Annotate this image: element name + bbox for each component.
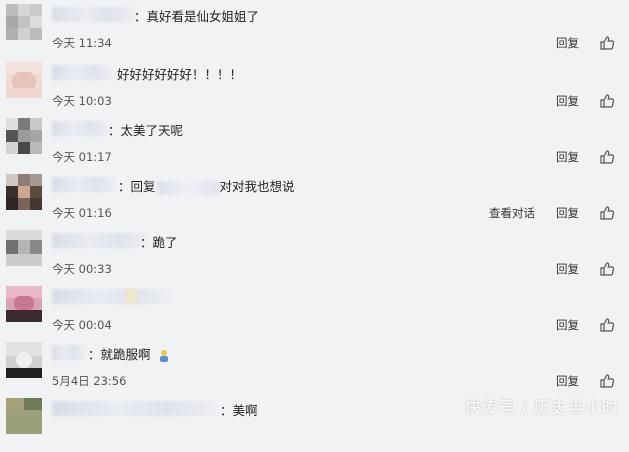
comment-text: ：真好看是仙女姐姐了 <box>134 9 260 24</box>
thumbs-up-icon[interactable] <box>599 149 615 165</box>
comment-time: 今天 00:04 <box>52 318 112 332</box>
comment-text: ：回复 对对我也想说 <box>118 176 295 195</box>
thumbs-up-icon[interactable] <box>599 205 615 221</box>
nickname-blurred[interactable] <box>52 401 216 416</box>
thumbs-up-icon[interactable] <box>599 35 615 51</box>
nickname-blurred[interactable] <box>52 345 84 360</box>
avatar[interactable] <box>6 62 42 98</box>
reply-button[interactable]: 回复 <box>556 317 579 333</box>
comment-text-blurred <box>125 289 137 303</box>
nickname-blurred[interactable] <box>52 65 112 80</box>
comment-time: 今天 11:34 <box>52 36 112 50</box>
comment-item: ：回复 对对我也想说 今天 01:16 查看对话 回复 <box>0 172 629 228</box>
comment-item: ：跪了 今天 00:33 回复 <box>0 228 629 284</box>
comment-list: ：真好看是仙女姐姐了 今天 11:34 回复 好好好好好好！！！！ 今天 10:… <box>0 0 629 434</box>
comment-item: 今天 00:04 回复 <box>0 284 629 340</box>
reply-button[interactable]: 回复 <box>556 261 579 277</box>
nickname-blurred[interactable] <box>52 121 108 136</box>
avatar[interactable] <box>6 286 42 322</box>
nickname-blurred[interactable] <box>52 7 134 22</box>
comment-time: 今天 01:17 <box>52 150 112 164</box>
avatar[interactable] <box>6 174 42 210</box>
reply-text: 对对我也想说 <box>219 179 295 194</box>
view-conversation-button[interactable]: 查看对话 <box>489 205 535 221</box>
reply-button[interactable]: 回复 <box>556 149 579 165</box>
comment-item: 好好好好好好！！！！ 今天 10:03 回复 <box>0 60 629 116</box>
kneeling-emoji-icon <box>159 349 168 362</box>
comment-text: ：就跪服啊 <box>88 344 171 363</box>
comment-time: 5月4日 23:56 <box>52 374 127 388</box>
comment-item: ：太美了天呢 今天 01:17 回复 <box>0 116 629 172</box>
avatar[interactable] <box>6 342 42 378</box>
comment-text: ：跪了 <box>140 235 178 250</box>
reply-button[interactable]: 回复 <box>556 205 579 221</box>
nickname-blurred[interactable] <box>52 289 170 304</box>
avatar[interactable] <box>6 118 42 154</box>
comment-text: ：美啊 <box>220 403 258 418</box>
nickname-blurred[interactable] <box>52 233 148 248</box>
comment-text: ：太美了天呢 <box>108 123 184 138</box>
watermark: 快传号 / 历史半小时 <box>464 398 619 417</box>
thumbs-up-icon[interactable] <box>599 373 615 389</box>
reply-button[interactable]: 回复 <box>556 35 579 51</box>
avatar[interactable] <box>6 4 42 40</box>
comment-item: ：真好看是仙女姐姐了 今天 11:34 回复 <box>0 2 629 58</box>
nickname-blurred[interactable] <box>52 177 116 192</box>
reply-prefix: ：回复 <box>118 179 156 194</box>
comment-time: 今天 01:16 <box>52 206 112 220</box>
avatar[interactable] <box>6 230 42 266</box>
comment-item: ：就跪服啊 5月4日 23:56 回复 <box>0 340 629 396</box>
reply-button[interactable]: 回复 <box>556 93 579 109</box>
thumbs-up-icon[interactable] <box>599 317 615 333</box>
mentioned-user-blurred[interactable] <box>156 180 219 195</box>
avatar[interactable] <box>6 398 42 434</box>
comment-time: 今天 00:33 <box>52 262 112 276</box>
thumbs-up-icon[interactable] <box>599 93 615 109</box>
comment-time: 今天 10:03 <box>52 94 112 108</box>
thumbs-up-icon[interactable] <box>599 261 615 277</box>
reply-button[interactable]: 回复 <box>556 373 579 389</box>
comment-text: 好好好好好好！！！！ <box>117 67 243 82</box>
